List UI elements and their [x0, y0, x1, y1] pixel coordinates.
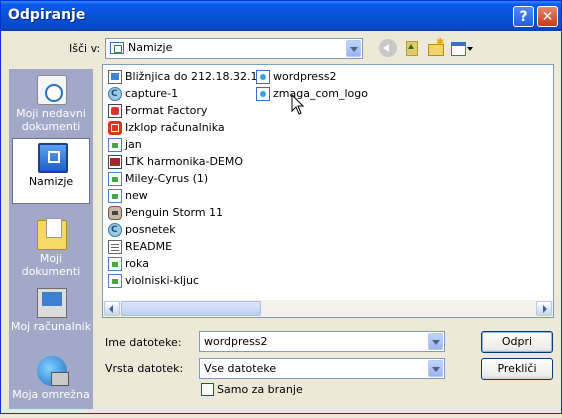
network-places-icon	[37, 356, 69, 386]
recent-documents-icon	[37, 75, 67, 105]
chevron-down-icon[interactable]	[346, 40, 361, 57]
place-label: Moji nedavni dokumenti	[16, 107, 86, 133]
document-icon	[108, 240, 122, 254]
chevron-down-icon[interactable]	[428, 333, 443, 350]
readonly-checkbox[interactable]	[201, 383, 214, 396]
desktop-icon	[38, 143, 68, 173]
look-in-value: Namizje	[128, 41, 173, 54]
chevron-down-icon[interactable]	[428, 360, 443, 377]
readonly-label: Samo za branje	[217, 383, 303, 396]
scroll-right-icon[interactable]	[536, 301, 552, 316]
new-folder-icon[interactable]	[427, 37, 445, 57]
my-documents-icon	[37, 218, 67, 250]
mouse-cursor-icon	[291, 94, 305, 115]
game-icon	[108, 206, 122, 220]
up-folder-icon[interactable]	[403, 39, 421, 57]
look-in-label: Išči v:	[69, 42, 101, 55]
filename-value: wordpress2	[204, 335, 268, 348]
folder-icon	[108, 274, 122, 288]
close-button[interactable]: ✕	[537, 6, 558, 27]
place-desktop[interactable]: Namizje	[12, 138, 90, 204]
filetype-dropdown[interactable]: Vse datoteke	[199, 358, 445, 379]
shortcut-icon	[108, 155, 122, 169]
place-label: Moj računalnik	[10, 320, 92, 333]
app-icon	[108, 86, 122, 102]
place-recent-documents[interactable]: Moji nedavni dokumenti	[9, 71, 93, 137]
filename-label: Ime datoteke:	[105, 336, 182, 349]
folder-icon	[108, 257, 122, 271]
views-menu-icon[interactable]	[451, 39, 473, 57]
horizontal-scrollbar[interactable]	[103, 300, 553, 317]
places-bar: Moji nedavni dokumenti Namizje Moji doku…	[9, 69, 93, 409]
shortcut-icon	[108, 104, 122, 118]
browser-icon	[256, 87, 270, 101]
place-label: Moja omrežna	[12, 388, 90, 401]
help-button[interactable]: ?	[513, 6, 534, 27]
scroll-thumb[interactable]	[121, 301, 261, 316]
folder-icon	[108, 138, 122, 152]
filename-field[interactable]: wordpress2	[199, 331, 445, 352]
my-computer-icon	[37, 288, 67, 318]
app-icon	[108, 222, 122, 238]
folder-icon	[108, 189, 122, 203]
place-label: Moji dokumenti	[21, 252, 81, 278]
desktop-folder-icon	[110, 42, 124, 54]
place-my-documents[interactable]: Moji dokumenti	[9, 216, 93, 282]
place-network[interactable]: Moja omrežna	[9, 352, 93, 418]
browser-icon	[256, 70, 270, 84]
place-my-computer[interactable]: Moj računalnik	[9, 284, 93, 350]
open-button[interactable]: Odpri	[481, 331, 553, 353]
cancel-button[interactable]: Prekliči	[481, 358, 553, 380]
file-list[interactable]: Bližnjica do 212.18.32.10 capture-1 Form…	[102, 64, 554, 318]
window-title: Odpiranje	[8, 7, 86, 23]
look-in-dropdown[interactable]: Namizje	[105, 38, 363, 59]
shortcut-icon	[108, 121, 122, 135]
place-label: Namizje	[28, 175, 74, 188]
title-bar[interactable]: Odpiranje ? ✕	[1, 1, 561, 31]
filetype-label: Vrsta datotek:	[105, 362, 184, 375]
folder-icon	[108, 172, 122, 186]
open-dialog: Odpiranje ? ✕ Išči v: Namizje Moji nedav…	[0, 0, 562, 414]
back-icon[interactable]	[379, 39, 397, 57]
shortcut-icon	[108, 70, 122, 84]
filetype-value: Vse datoteke	[204, 362, 277, 375]
scroll-left-icon[interactable]	[104, 301, 120, 316]
